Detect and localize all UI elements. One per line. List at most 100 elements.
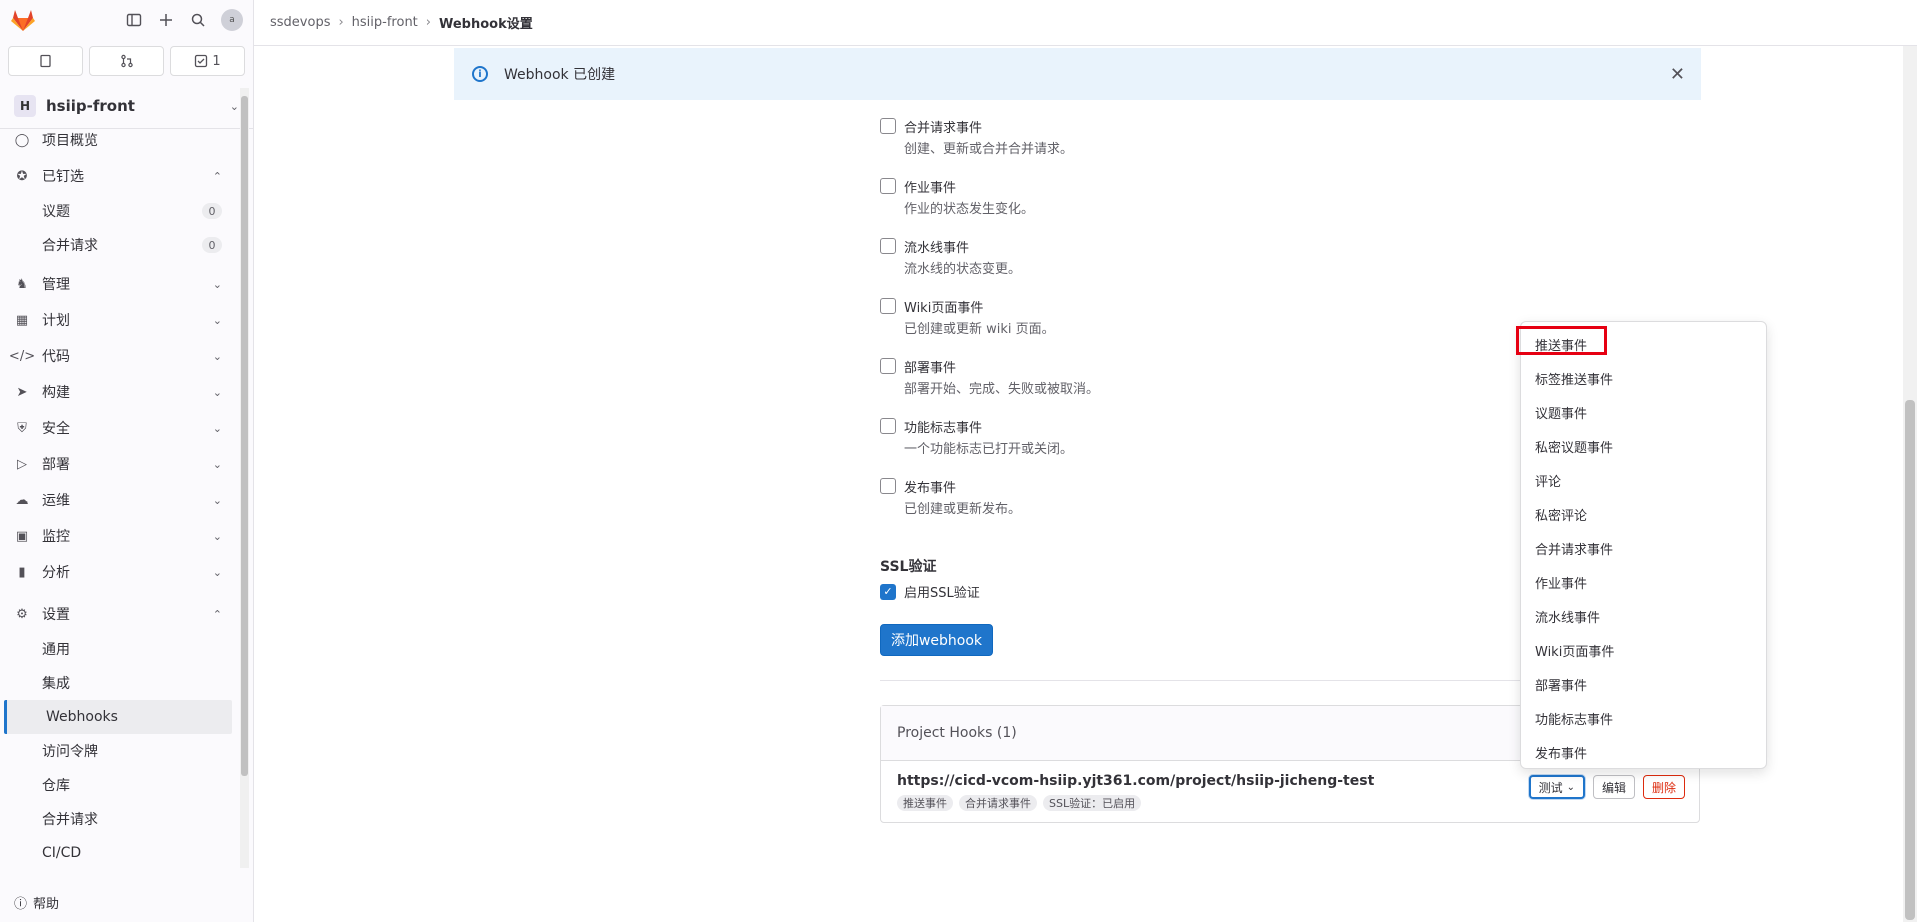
event-option: Wiki页面事件 已创建或更新 wiki 页面。 (880, 296, 1400, 356)
nav-deploy[interactable]: ▷ 部署 ⌄ (0, 446, 236, 482)
nav-settings-merge-requests[interactable]: 合并请求 (0, 802, 236, 836)
project-switcher[interactable]: H hsiip-front ⌄ (6, 88, 247, 124)
info-icon: i (472, 66, 488, 82)
event-checkbox[interactable] (880, 358, 896, 374)
event-description: 作业的状态发生变化。 (904, 202, 1035, 217)
nav-settings-general[interactable]: 通用 (0, 632, 236, 666)
todos-shortcut-button[interactable]: 1 (170, 46, 245, 76)
project-avatar: H (14, 95, 36, 117)
nav-settings-access-tokens[interactable]: 访问令牌 (0, 734, 236, 768)
issues-shortcut-button[interactable] (8, 46, 83, 76)
chevron-down-icon: ⌄ (1566, 781, 1575, 793)
nav-monitor[interactable]: ▣ 监控 ⌄ (0, 518, 236, 554)
dropdown-item-feature-flag-events[interactable]: 功能标志事件 (1521, 701, 1766, 735)
issue-icon (39, 54, 51, 68)
search-icon[interactable] (189, 11, 207, 29)
nav-security[interactable]: ⛨ 安全 ⌄ (0, 410, 236, 446)
nav-label: 代码 (42, 349, 70, 365)
hook-url: https://cicd-vcom-hsiip.yjt361.com/proje… (897, 773, 1375, 789)
todo-icon (195, 54, 208, 68)
event-description: 部署开始、完成、失败或被取消。 (904, 382, 1100, 397)
event-checkbox[interactable] (880, 178, 896, 194)
nav-label: 访问令牌 (42, 744, 98, 760)
add-webhook-button[interactable]: 添加webhook (880, 624, 993, 656)
sidebar-top: a (0, 0, 253, 40)
event-checkbox[interactable] (880, 238, 896, 254)
nav-settings-cicd[interactable]: CI/CD (0, 836, 236, 870)
nav-plan[interactable]: ▦ 计划 ⌄ (0, 302, 236, 338)
nav-label: 通用 (42, 642, 70, 658)
delete-hook-button[interactable]: 删除 (1642, 775, 1685, 799)
event-checkbox[interactable] (880, 298, 896, 314)
event-option: 作业事件 作业的状态发生变化。 (880, 176, 1400, 236)
code-icon: </> (8, 348, 36, 364)
test-hook-dropdown-button[interactable]: 测试 ⌄ (1528, 775, 1585, 799)
nav-label: 监控 (42, 529, 70, 545)
merge-requests-shortcut-button[interactable] (89, 46, 164, 76)
event-title: 功能标志事件 (904, 421, 983, 436)
dropdown-item-deployment-events[interactable]: 部署事件 (1521, 667, 1766, 701)
nav-settings-webhooks[interactable]: Webhooks (4, 700, 232, 734)
event-description: 已创建或更新发布。 (904, 502, 1022, 517)
nav-label: 议题 (42, 204, 70, 220)
dropdown-item-comments[interactable]: 评论 (1521, 463, 1766, 497)
pin-icon: ✪ (16, 168, 28, 184)
breadcrumb-current[interactable]: Webhook设置 (439, 13, 533, 32)
sidebar-scrollbar-thumb[interactable] (241, 96, 248, 776)
nav-settings[interactable]: ⚙ 设置 ⌃ (0, 596, 236, 632)
event-checkbox[interactable] (880, 118, 896, 134)
dropdown-item-confidential-comments[interactable]: 私密评论 (1521, 497, 1766, 531)
ssl-verification-option[interactable]: ✓ 启用SSL验证 (880, 582, 980, 601)
edit-hook-button[interactable]: 编辑 (1592, 775, 1635, 799)
close-icon[interactable]: ✕ (1670, 64, 1685, 85)
dropdown-item-release-events[interactable]: 发布事件 (1521, 735, 1766, 769)
gitlab-logo-icon[interactable] (10, 7, 36, 33)
event-checkbox[interactable] (880, 418, 896, 434)
nav-analyze[interactable]: ▮ 分析 ⌄ (0, 554, 236, 590)
dropdown-item-job-events[interactable]: 作业事件 (1521, 565, 1766, 599)
nav-project-overview[interactable]: ◯ 项目概览 (0, 122, 236, 158)
nav-settings-repository[interactable]: 仓库 (0, 768, 236, 802)
event-checkbox[interactable] (880, 478, 896, 494)
nav-merge-requests[interactable]: 合并请求 0 (0, 228, 236, 262)
nav-pinned[interactable]: ✪ 已钉选 ⌃ (0, 158, 236, 194)
nav-issues[interactable]: 议题 0 (0, 194, 236, 228)
nav-code[interactable]: </> 代码 ⌄ (0, 338, 236, 374)
test-label: 测试 (1538, 780, 1563, 795)
nav-operate[interactable]: ☁ 运维 ⌄ (0, 482, 236, 518)
event-option: 功能标志事件一个功能标志已打开或关闭。 (880, 416, 1400, 476)
user-avatar[interactable]: a (221, 9, 243, 31)
nav-label: 合并请求 (42, 812, 98, 828)
breadcrumb: ssdevops › hsiip-front › Webhook设置 (254, 0, 1917, 46)
dropdown-item-issue-events[interactable]: 议题事件 (1521, 395, 1766, 429)
nav-label: 已钉选 (42, 169, 84, 185)
cloud-icon: ☁ (15, 492, 29, 508)
dropdown-item-wiki-page-events[interactable]: Wiki页面事件 (1521, 633, 1766, 667)
dropdown-item-tag-push-events[interactable]: 标签推送事件 (1521, 361, 1766, 395)
chevron-down-icon: ⌄ (212, 565, 222, 579)
nav-label: CI/CD (42, 845, 82, 861)
breadcrumb-item[interactable]: hsiip-front (352, 15, 418, 30)
event-option: 流水线事件 流水线的状态变更。 (880, 236, 1400, 296)
calendar-icon: ▦ (15, 312, 29, 328)
chevron-down-icon: ⌄ (229, 99, 239, 113)
nav-build[interactable]: ➤ 构建 ⌄ (0, 374, 236, 410)
nav-manage[interactable]: ♞ 管理 ⌄ (0, 266, 236, 302)
plus-icon[interactable] (157, 11, 175, 29)
dropdown-item-merge-request-events[interactable]: 合并请求事件 (1521, 531, 1766, 565)
nav-settings-integrations[interactable]: 集成 (0, 666, 236, 700)
help-button[interactable]: ⓘ 帮助 (14, 893, 59, 912)
page-scrollbar-thumb[interactable] (1905, 400, 1915, 920)
checkbox-checked-icon[interactable]: ✓ (880, 583, 896, 600)
chevron-up-icon: ⌃ (212, 169, 222, 183)
sidebar-toggle-icon[interactable] (125, 11, 143, 29)
dropdown-item-pipeline-events[interactable]: 流水线事件 (1521, 599, 1766, 633)
shield-icon: ⛨ (17, 420, 27, 436)
nav-label: 集成 (42, 676, 70, 692)
breadcrumb-item[interactable]: ssdevops (270, 15, 330, 30)
nav-label: 仓库 (42, 778, 70, 794)
event-title: 流水线事件 (904, 241, 970, 256)
event-description: 一个功能标志已打开或关闭。 (904, 442, 1074, 457)
chart-icon: ▮ (18, 564, 26, 580)
dropdown-item-confidential-issue-events[interactable]: 私密议题事件 (1521, 429, 1766, 463)
